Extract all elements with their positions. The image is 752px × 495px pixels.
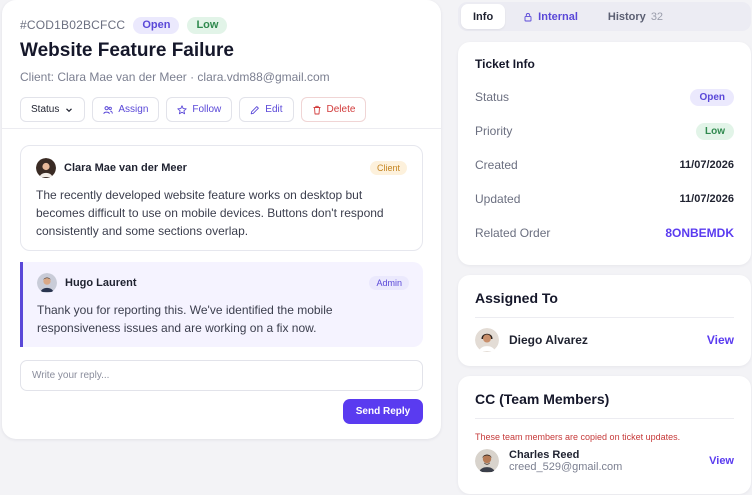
info-label: Created: [475, 158, 518, 172]
ticket-header: #COD1B02BCFCC Open Low Website Feature F…: [2, 0, 441, 129]
history-count: 32: [650, 10, 664, 23]
page-title: Website Feature Failure: [20, 40, 234, 61]
assignee-view-link[interactable]: View: [707, 333, 734, 347]
cc-name: Charles Reed: [509, 449, 580, 461]
ticket-id: #COD1B02BCFCC: [20, 18, 126, 32]
tab-history-label: History: [607, 10, 646, 23]
cc-title: CC (Team Members): [475, 391, 610, 407]
role-badge: Client: [369, 161, 407, 175]
ticket-card: #COD1B02BCFCC Open Low Website Feature F…: [2, 0, 441, 439]
info-row-updated: Updated 11/07/2026: [475, 182, 734, 216]
action-bar: Status Assign Follow Edit Delete: [20, 97, 423, 122]
message-author: Hugo Laurent: [65, 277, 137, 289]
cc-note: These team members are copied on ticket …: [475, 432, 681, 442]
cc-person: Charles Reed creed_529@gmail.com View: [475, 449, 734, 473]
edit-button-label: Edit: [265, 104, 283, 115]
info-row-status: Status Open: [475, 80, 734, 114]
cc-email: creed_529@gmail.com: [509, 461, 623, 473]
role-badge: Admin: [369, 276, 409, 290]
message-body: The recently developed website feature w…: [36, 188, 384, 238]
chevron-down-icon: [66, 107, 73, 112]
info-label: Status: [475, 90, 510, 104]
avatar: [37, 273, 57, 293]
status-badge: Open: [133, 16, 180, 34]
ticket-info-card: Ticket Info Status Open Priority Low Cre…: [458, 42, 751, 265]
assigned-card: Assigned To Diego Alvarez View: [458, 275, 751, 366]
related-order-link[interactable]: 8ONBEMDK: [665, 226, 734, 240]
delete-button[interactable]: Delete: [300, 97, 367, 122]
assign-button-label: Assign: [118, 104, 149, 115]
assignee-name: Diego Alvarez: [509, 333, 588, 347]
info-row-priority: Priority Low: [475, 114, 734, 148]
tab-info[interactable]: Info: [461, 4, 506, 29]
priority-badge: Low: [187, 16, 228, 34]
info-label: Updated: [475, 192, 521, 206]
message-admin: Hugo Laurent Admin Thank you for reporti…: [20, 262, 423, 347]
avatar: [475, 449, 499, 473]
tab-internal[interactable]: Internal: [511, 4, 590, 29]
follow-button-label: Follow: [192, 104, 222, 115]
priority-badge: Low: [696, 122, 734, 140]
edit-button[interactable]: Edit: [239, 97, 294, 122]
pencil-icon: [251, 105, 260, 114]
client-line: Client: Clara Mae van der Meer · clara.v…: [20, 70, 330, 84]
users-icon: [103, 105, 114, 114]
updated-date: 11/07/2026: [679, 193, 734, 205]
lock-icon: [524, 12, 532, 21]
created-date: 11/07/2026: [679, 159, 734, 171]
follow-button[interactable]: Follow: [166, 97, 233, 122]
assigned-title: Assigned To: [475, 290, 558, 306]
cc-view-link[interactable]: View: [709, 455, 734, 467]
message-thread: Clara Mae van der Meer Client The recent…: [2, 129, 441, 391]
cc-person-text: Charles Reed creed_529@gmail.com: [509, 449, 622, 473]
info-label: Related Order: [475, 226, 551, 240]
delete-button-label: Delete: [326, 104, 356, 115]
status-button-label: Status: [31, 104, 60, 115]
message-body: Thank you for reporting this. We've iden…: [37, 303, 333, 335]
trash-icon: [313, 105, 321, 114]
status-dropdown-button[interactable]: Status: [20, 97, 86, 122]
tab-info-label: Info: [473, 10, 494, 23]
divider: [475, 418, 734, 419]
reply-input[interactable]: Write your reply...: [20, 360, 423, 391]
send-reply-button[interactable]: Send Reply: [343, 399, 423, 424]
tab-internal-label: Internal: [538, 10, 578, 23]
status-badge: Open: [690, 88, 734, 106]
info-label: Priority: [475, 124, 513, 138]
cc-card: CC (Team Members) These team members are…: [458, 376, 751, 494]
avatar: [475, 328, 499, 352]
assign-button[interactable]: Assign: [92, 97, 160, 122]
ticket-info-title: Ticket Info: [475, 57, 535, 71]
assigned-person: Diego Alvarez View: [475, 328, 734, 352]
message-client: Clara Mae van der Meer Client The recent…: [20, 145, 423, 251]
avatar: [36, 158, 56, 178]
star-icon: [177, 104, 188, 114]
info-row-order: Related Order 8ONBEMDK: [475, 216, 734, 250]
info-row-created: Created 11/07/2026: [475, 148, 734, 182]
tab-history[interactable]: History 32: [596, 4, 675, 29]
sidebar-tabs: Info Internal History 32: [458, 2, 751, 31]
reply-placeholder: Write your reply...: [32, 370, 110, 381]
divider: [475, 317, 734, 318]
message-author: Clara Mae van der Meer: [64, 162, 187, 174]
